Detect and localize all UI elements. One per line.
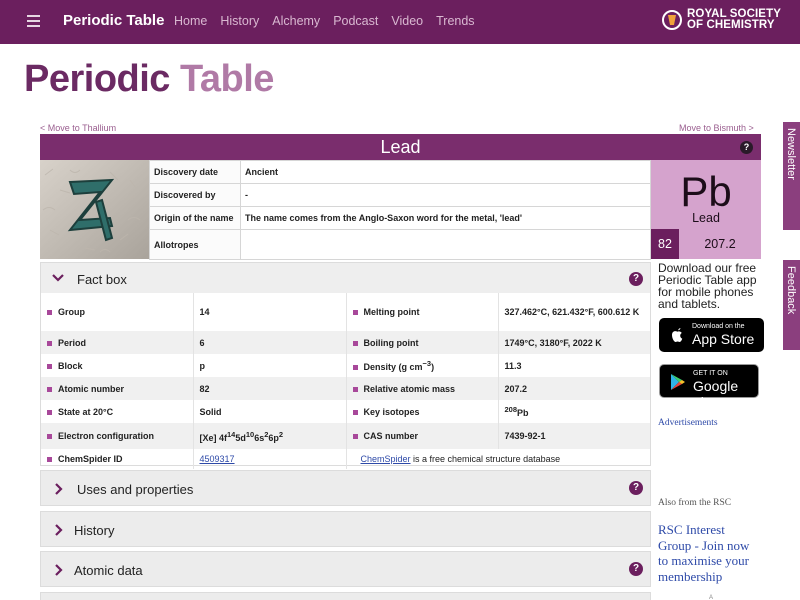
page-title-part2: Table — [180, 58, 274, 100]
atomic-number-value: 82 — [193, 377, 347, 400]
app-promo-text: Download our free Periodic Table app for… — [658, 261, 757, 311]
discovery-date-value: Ancient — [240, 160, 651, 184]
electron-config-label: Electron configuration — [58, 431, 155, 441]
google-play-icon — [671, 374, 685, 390]
density-value: 11.3 — [504, 360, 522, 371]
group-label: Group — [58, 307, 85, 317]
chevron-right-icon — [55, 524, 63, 536]
google-play-big: Google play — [693, 378, 739, 410]
feedback-tab-label: Feedback — [785, 266, 797, 315]
discovered-by-label: Discovered by — [149, 183, 241, 207]
app-store-button[interactable]: Download on the App Store — [659, 318, 764, 352]
state-label: State at 20°C — [58, 406, 114, 417]
fact-box: Fact box ? Group 14 Melting point 327.46… — [40, 262, 651, 469]
help-icon[interactable]: ? — [629, 272, 643, 286]
allotropes-value — [240, 229, 651, 260]
relative-atomic-mass-value: 207.2 — [498, 377, 650, 400]
app-store-small: Download on the — [692, 323, 745, 330]
feedback-tab[interactable]: Feedback — [783, 260, 800, 350]
fact-box-title: Fact box — [77, 272, 127, 287]
tile-atomic-number: 82 — [651, 229, 679, 259]
period-value: 6 — [193, 331, 347, 354]
app-store-big: App Store — [692, 331, 755, 347]
google-play-button[interactable]: GET IT ON Google play — [659, 364, 759, 410]
page-title: Periodic Table — [24, 58, 274, 101]
element-tile-name: Lead — [692, 211, 720, 225]
brand-link[interactable]: Periodic Table — [63, 12, 164, 29]
boiling-point-label: Boiling point — [363, 337, 419, 348]
element-symbol: Pb — [680, 168, 732, 215]
also-from-rsc-label: Also from the RSC — [658, 498, 732, 508]
top-navigation: Periodic Table Home History Alchemy Podc… — [0, 0, 800, 44]
help-icon[interactable]: ? — [740, 141, 753, 154]
element-image — [40, 160, 149, 259]
origin-value: The name comes from the Anglo-Saxon word… — [240, 206, 651, 230]
history-section[interactable]: History — [40, 511, 651, 547]
nav-alchemy[interactable]: Alchemy — [272, 14, 320, 28]
page-title-part1: Periodic — [24, 58, 170, 100]
help-icon[interactable]: ? — [629, 481, 643, 495]
chemspider-link[interactable]: ChemSpider — [361, 454, 411, 464]
element-header: Lead ? — [40, 134, 761, 160]
state-value: Solid — [193, 400, 347, 423]
rsc-crest-icon — [662, 10, 682, 30]
chevron-down-icon — [52, 274, 64, 282]
group-value: 14 — [193, 293, 347, 331]
atomic-data-title: Atomic data — [74, 563, 143, 578]
density-label: Density (g cm−3) — [363, 359, 435, 372]
uses-properties-section[interactable]: Uses and properties ? — [40, 470, 651, 506]
melting-point-label: Melting point — [363, 307, 420, 317]
period-label: Period — [58, 337, 87, 348]
nav-history[interactable]: History — [220, 14, 259, 28]
cas-number-value: 7439-92-1 — [498, 423, 650, 449]
electron-config-value: [Xe] 4f145d106s26p2 — [193, 423, 347, 449]
move-to-thallium-link[interactable]: < Move to Thallium — [40, 123, 116, 133]
nav-video[interactable]: Video — [391, 14, 423, 28]
rsc-interest-link[interactable]: RSC Interest Group - Join now to maximis… — [658, 522, 758, 584]
help-icon[interactable]: ? — [629, 562, 643, 576]
nav-home[interactable]: Home — [174, 14, 207, 28]
atomic-number-label: Atomic number — [58, 383, 125, 394]
element-name: Lead — [380, 137, 421, 157]
discovered-by-value: - — [240, 183, 651, 207]
rsc-logo-line2: OF CHEMISTRY — [687, 19, 775, 31]
menu-icon[interactable] — [27, 15, 40, 27]
advertisements-label: Advertisements — [658, 418, 718, 428]
block-label: Block — [58, 360, 83, 371]
chemspider-label: ChemSpider ID — [58, 454, 123, 464]
nav-links: Home History Alchemy Podcast Video Trend… — [174, 14, 488, 28]
rsc-logo[interactable]: ROYAL SOCIETY OF CHEMISTRY — [662, 8, 781, 31]
atomic-data-section[interactable]: Atomic data ? — [40, 551, 651, 587]
apple-icon — [672, 328, 683, 342]
nav-trends[interactable]: Trends — [436, 14, 474, 28]
origin-label: Origin of the name — [149, 206, 241, 230]
key-isotopes-value: 208Pb — [504, 405, 529, 418]
newsletter-tab-label: Newsletter — [785, 128, 797, 180]
key-isotopes-label: Key isotopes — [363, 406, 420, 417]
chemspider-description: is a free chemical structure database — [410, 454, 561, 464]
fact-table: Group 14 Melting point 327.462°C, 621.43… — [41, 293, 650, 469]
nav-podcast[interactable]: Podcast — [333, 14, 378, 28]
block-value: p — [193, 354, 347, 377]
allotropes-label: Allotropes — [149, 229, 241, 260]
cas-number-label: CAS number — [363, 431, 419, 441]
next-section[interactable] — [40, 592, 651, 600]
history-title: History — [74, 523, 115, 538]
newsletter-tab[interactable]: Newsletter — [783, 122, 800, 230]
chevron-right-icon — [55, 564, 63, 576]
relative-atomic-mass-label: Relative atomic mass — [363, 383, 456, 394]
chemspider-id-link[interactable]: 4509317 — [200, 454, 235, 464]
google-play-small: GET IT ON — [693, 370, 728, 377]
fact-box-header[interactable]: Fact box ? — [41, 263, 650, 293]
element-info-table: Discovery date Ancient Discovered by - O… — [149, 160, 651, 260]
tile-atomic-mass: 207.2 — [704, 237, 736, 251]
chevron-right-icon — [55, 483, 63, 495]
uses-properties-title: Uses and properties — [77, 482, 194, 497]
melting-point-value: 327.462°C, 621.432°F, 600.612 K — [504, 307, 640, 317]
move-to-bismuth-link[interactable]: Move to Bismuth > — [679, 123, 754, 133]
ad-marker: A — [709, 595, 714, 600]
boiling-point-value: 1749°C, 3180°F, 2022 K — [498, 331, 650, 354]
discovery-date-label: Discovery date — [149, 160, 241, 184]
